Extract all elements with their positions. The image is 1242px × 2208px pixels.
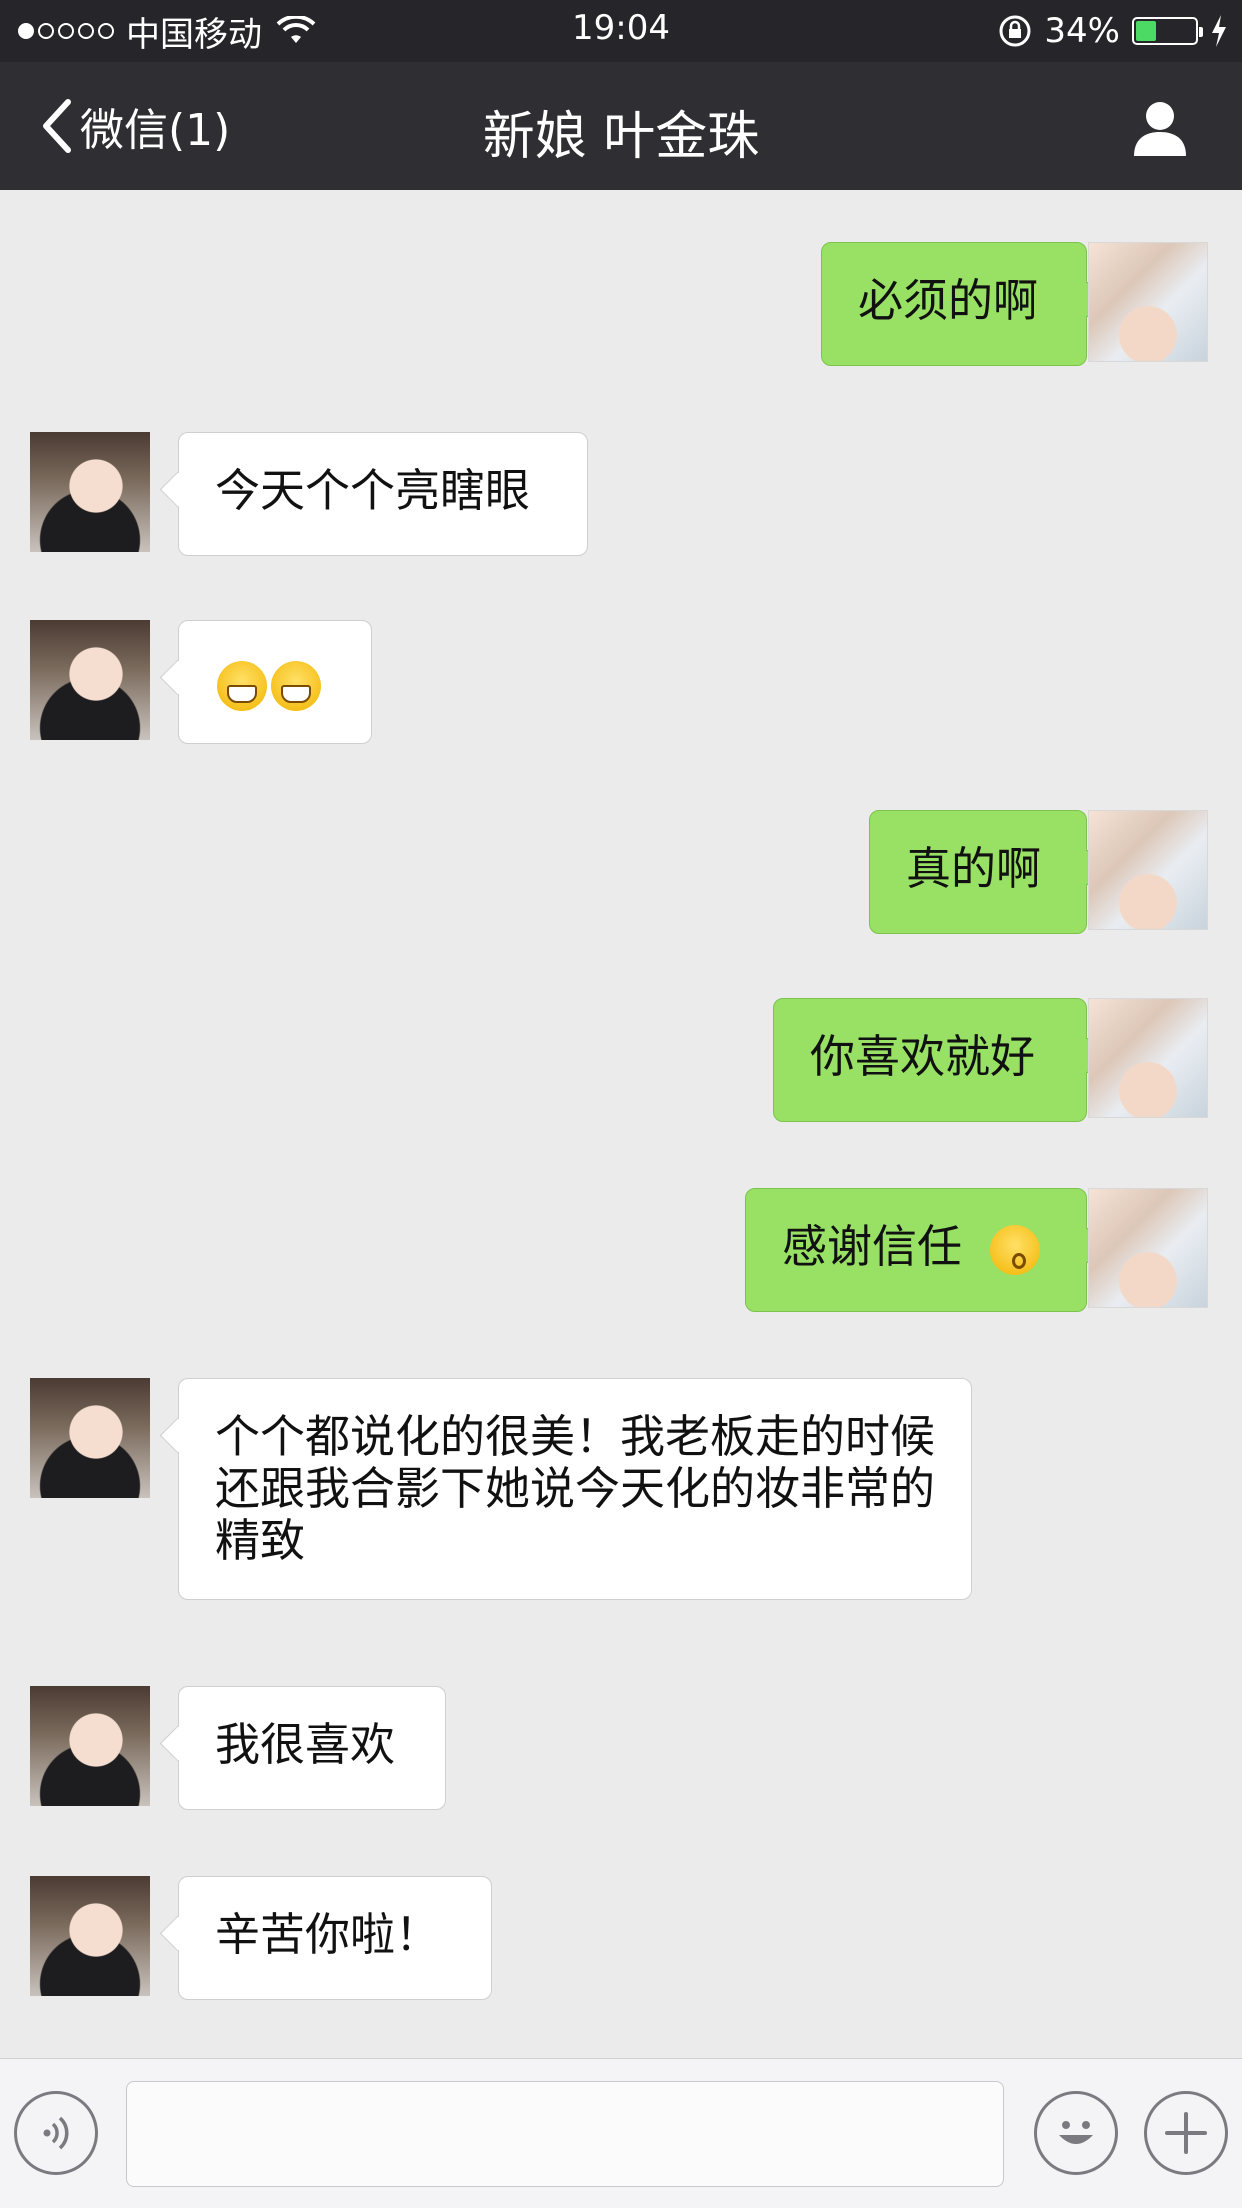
my-avatar[interactable] <box>1088 1188 1208 1308</box>
message-text: 个个都说化的很美！我老板走的时候还跟我合影下她说今天化的妆非常的精致 <box>215 1410 936 1567</box>
battery-icon <box>1132 17 1203 45</box>
nav-bar: 微信(1) 新娘 叶金珠 <box>0 62 1242 190</box>
message-text: 真的啊 <box>906 842 1042 895</box>
message-text: 辛苦你啦！ <box>215 1908 441 1961</box>
grinning-face-emoji-icon <box>271 661 321 711</box>
charging-bolt-icon <box>1212 15 1226 47</box>
message-text: 你喜欢就好 <box>810 1030 1036 1083</box>
grinning-face-emoji-icon <box>217 661 267 711</box>
more-options-button[interactable] <box>1144 2091 1228 2175</box>
battery-fill <box>1136 21 1156 41</box>
sent-bubble[interactable]: 你喜欢就好 <box>773 998 1087 1122</box>
my-avatar[interactable] <box>1088 242 1208 362</box>
received-bubble[interactable]: 辛苦你啦！ <box>178 1876 492 2000</box>
received-bubble[interactable]: 我很喜欢 <box>178 1686 446 1810</box>
received-bubble[interactable] <box>178 620 372 744</box>
sent-bubble[interactable]: 真的啊 <box>869 810 1087 934</box>
received-bubble[interactable]: 个个都说化的很美！我老板走的时候还跟我合影下她说今天化的妆非常的精致 <box>178 1378 972 1600</box>
status-bar: 中国移动 19:04 34% <box>0 0 1242 62</box>
status-right: 34% <box>998 8 1228 54</box>
contact-avatar[interactable] <box>30 432 150 552</box>
battery-percent: 34% <box>1044 11 1120 51</box>
my-avatar[interactable] <box>1088 810 1208 930</box>
person-icon <box>1134 102 1186 156</box>
message-text: 今天个个亮瞎眼 <box>215 464 531 517</box>
kissing-face-emoji-icon <box>990 1225 1041 1275</box>
voice-icon <box>43 2116 69 2150</box>
message-text: 我很喜欢 <box>215 1718 396 1771</box>
contact-avatar[interactable] <box>30 1876 150 1996</box>
input-bar <box>0 2058 1242 2208</box>
voice-input-button[interactable] <box>14 2091 98 2175</box>
smiley-icon <box>1059 2121 1093 2144</box>
my-avatar[interactable] <box>1088 998 1208 1118</box>
chat-title: 新娘 叶金珠 <box>482 107 760 167</box>
message-input[interactable] <box>126 2081 1004 2187</box>
contact-avatar[interactable] <box>30 620 150 740</box>
emoji-picker-button[interactable] <box>1034 2091 1118 2175</box>
message-text: 感谢信任 <box>782 1220 963 1273</box>
plus-icon <box>1165 2112 1207 2154</box>
received-bubble[interactable]: 今天个个亮瞎眼 <box>178 432 588 556</box>
message-list[interactable]: 必须的啊 今天个个亮瞎眼 真的啊 你喜欢就好 感谢信任 个个都说化的很美！我老板… <box>0 190 1242 2058</box>
contact-profile-button[interactable] <box>1130 98 1190 158</box>
contact-avatar[interactable] <box>30 1378 150 1498</box>
contact-avatar[interactable] <box>30 1686 150 1806</box>
message-text: 必须的啊 <box>858 274 1039 327</box>
sent-bubble[interactable]: 感谢信任 <box>745 1188 1087 1312</box>
rotation-lock-icon <box>999 15 1031 47</box>
sent-bubble[interactable]: 必须的啊 <box>821 242 1087 366</box>
